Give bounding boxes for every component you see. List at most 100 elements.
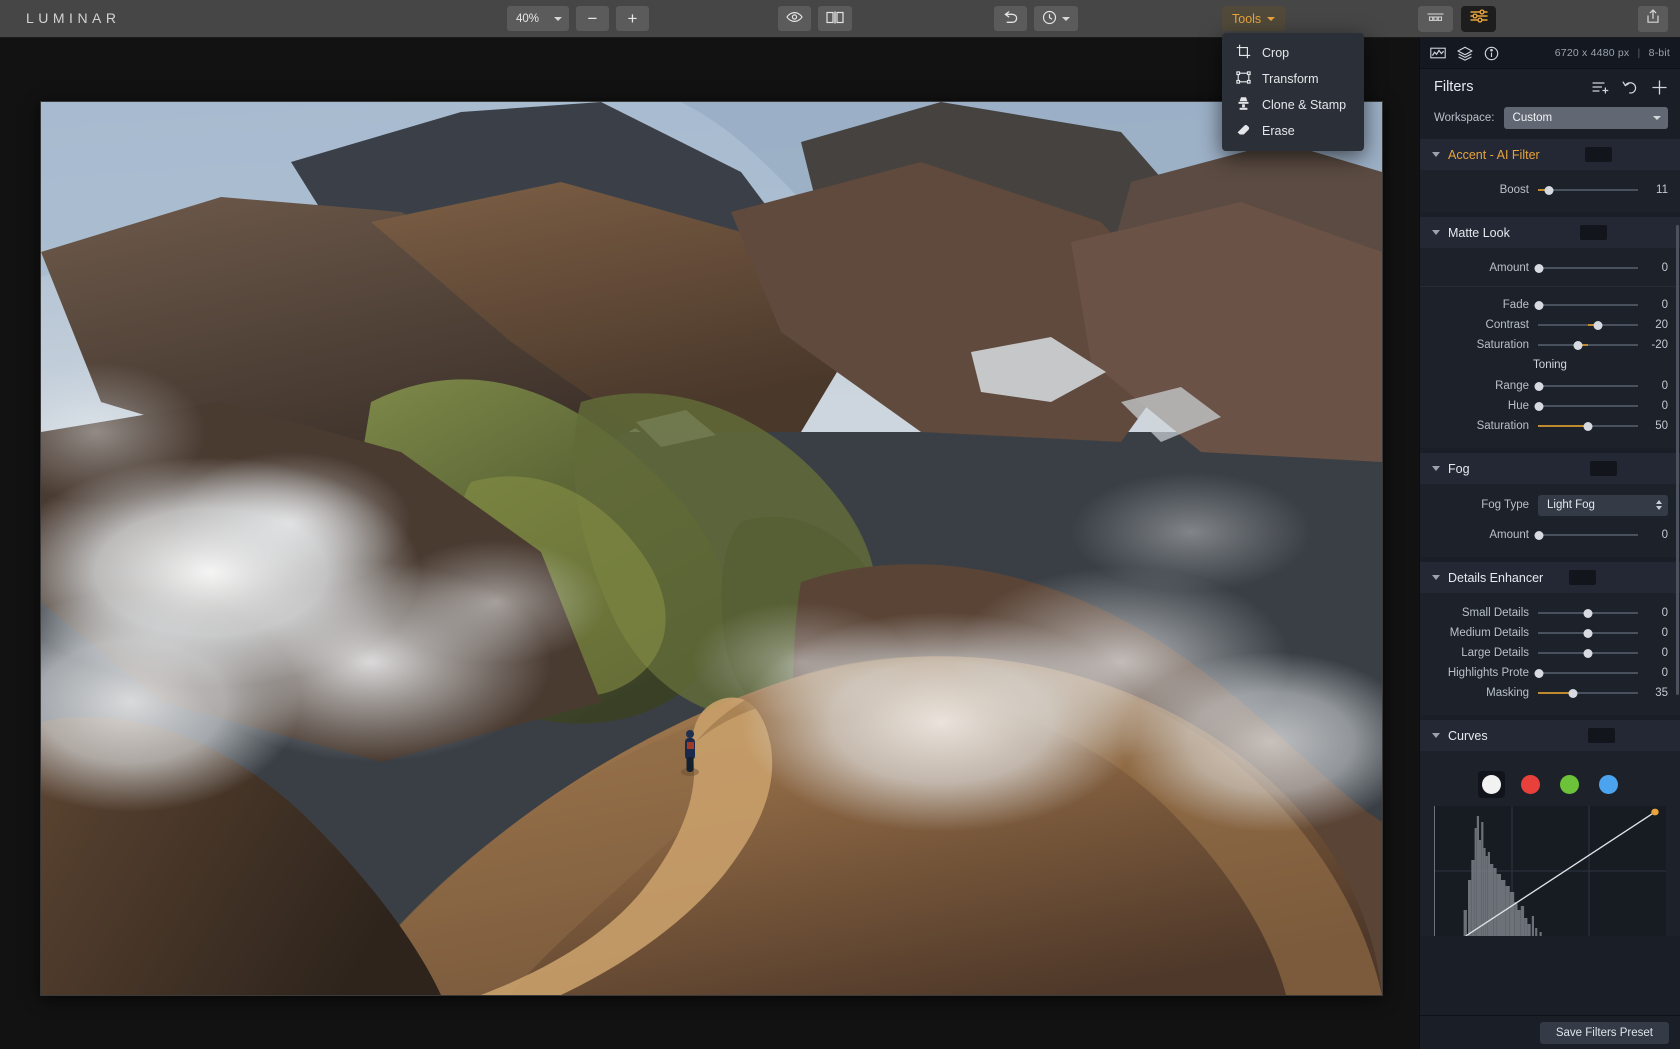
slider-track[interactable] [1538, 686, 1638, 700]
filter-mask-swatch[interactable] [1585, 147, 1612, 162]
slider-fog-amount[interactable]: Amount 0 [1420, 525, 1680, 545]
slider-amount[interactable]: Amount 0 [1420, 258, 1680, 278]
slider-hue[interactable]: Hue 0 [1420, 396, 1680, 416]
filter-details-enhancer: Details Enhancer Small Details 0 Medium … [1420, 562, 1680, 715]
slider-highlights-protection[interactable]: Highlights Prote 0 [1420, 663, 1680, 683]
filmstrip-toggle-button[interactable] [1418, 6, 1453, 32]
slider-knob[interactable] [1535, 531, 1544, 540]
plus-icon[interactable] [1651, 79, 1668, 96]
slider-track[interactable] [1538, 298, 1638, 312]
slider-knob[interactable] [1535, 264, 1544, 273]
slider-track[interactable] [1538, 528, 1638, 542]
curves-channel-blue[interactable] [1595, 771, 1622, 798]
curves-graph[interactable] [1434, 806, 1666, 936]
slider-knob[interactable] [1584, 649, 1593, 658]
adjustments-toggle-button[interactable] [1461, 6, 1496, 32]
slider-track[interactable] [1538, 338, 1638, 352]
reset-history-icon[interactable] [1622, 80, 1638, 95]
slider-knob[interactable] [1584, 629, 1593, 638]
slider-knob[interactable] [1545, 186, 1554, 195]
slider-range[interactable]: Range 0 [1420, 376, 1680, 396]
slider-track[interactable] [1538, 646, 1638, 660]
workspace-row: Workspace: Custom [1420, 105, 1680, 139]
slider-label: Highlights Prote [1420, 667, 1538, 679]
filter-header-fog[interactable]: Fog [1420, 453, 1680, 484]
share-export-icon [1646, 9, 1660, 29]
curves-channel-rgb[interactable] [1478, 771, 1505, 798]
preview-toggle-button[interactable] [778, 6, 811, 31]
slider-knob[interactable] [1584, 609, 1593, 618]
slider-rail [1538, 405, 1638, 407]
filter-mask-swatch[interactable] [1588, 728, 1615, 743]
slider-masking[interactable]: Masking 35 [1420, 683, 1680, 703]
curves-channel-green[interactable] [1556, 771, 1583, 798]
slider-medium-details[interactable]: Medium Details 0 [1420, 623, 1680, 643]
zoom-out-button[interactable]: − [576, 6, 609, 31]
menu-item-clone-stamp[interactable]: Clone & Stamp [1222, 92, 1364, 118]
fog-type-row: Fog Type Light Fog [1420, 494, 1680, 516]
chevron-down-icon [554, 17, 562, 21]
slider-knob[interactable] [1535, 382, 1544, 391]
slider-track[interactable] [1538, 399, 1638, 413]
slider-knob[interactable] [1535, 301, 1544, 310]
fog-type-select[interactable]: Light Fog [1538, 495, 1668, 516]
canvas-area[interactable] [0, 38, 1419, 1049]
slider-contrast[interactable]: Contrast 20 [1420, 315, 1680, 335]
filter-header-matte-look[interactable]: Matte Look [1420, 217, 1680, 248]
chevron-down-icon [1432, 152, 1440, 157]
photo-preview[interactable] [41, 102, 1382, 995]
slider-track[interactable] [1538, 419, 1638, 433]
slider-track[interactable] [1538, 606, 1638, 620]
save-filters-preset-button[interactable]: Save Filters Preset [1540, 1022, 1669, 1044]
histogram-icon[interactable] [1430, 46, 1446, 60]
history-button[interactable] [1034, 6, 1078, 31]
slider-large-details[interactable]: Large Details 0 [1420, 643, 1680, 663]
slider-toning-saturation[interactable]: Saturation 50 [1420, 416, 1680, 436]
chevron-down-icon [1432, 575, 1440, 580]
menu-item-crop[interactable]: Crop [1222, 40, 1364, 66]
slider-small-details[interactable]: Small Details 0 [1420, 603, 1680, 623]
filters-scrollbar[interactable] [1676, 225, 1679, 695]
layers-icon[interactable] [1457, 46, 1473, 61]
filter-header-accent-ai[interactable]: Accent - AI Filter [1420, 139, 1680, 170]
filter-mask-swatch[interactable] [1569, 570, 1596, 585]
slider-knob[interactable] [1584, 422, 1593, 431]
slider-knob[interactable] [1569, 689, 1578, 698]
undo-button[interactable] [994, 6, 1027, 31]
zoom-level-select[interactable]: 40% [507, 6, 569, 31]
filter-name: Fog [1448, 462, 1470, 476]
image-bit-depth: 8-bit [1649, 47, 1670, 59]
slider-knob[interactable] [1594, 321, 1603, 330]
workspace-select[interactable]: Custom [1504, 107, 1668, 129]
slider-fade[interactable]: Fade 0 [1420, 295, 1680, 315]
crop-icon [1236, 44, 1251, 62]
filter-mask-swatch[interactable] [1590, 461, 1617, 476]
share-export-button[interactable] [1638, 6, 1668, 32]
slider-saturation[interactable]: Saturation -20 [1420, 335, 1680, 355]
filter-curves: Curves [1420, 720, 1680, 936]
landscape-photo [41, 102, 1382, 995]
slider-knob[interactable] [1535, 402, 1544, 411]
filter-mask-swatch[interactable] [1580, 225, 1607, 240]
chevron-down-icon [1432, 733, 1440, 738]
slider-track[interactable] [1538, 261, 1638, 275]
slider-knob[interactable] [1535, 669, 1544, 678]
slider-track[interactable] [1538, 666, 1638, 680]
filter-header-details-enhancer[interactable]: Details Enhancer [1420, 562, 1680, 593]
slider-track[interactable] [1538, 318, 1638, 332]
filter-accent-ai: Accent - AI Filter Boost 11 [1420, 139, 1680, 212]
slider-track[interactable] [1538, 183, 1638, 197]
tools-dropdown-button[interactable]: Tools [1222, 6, 1285, 31]
slider-track[interactable] [1538, 379, 1638, 393]
zoom-in-button[interactable]: + [616, 6, 649, 31]
filter-header-curves[interactable]: Curves [1420, 720, 1680, 751]
compare-split-button[interactable] [818, 6, 852, 31]
menu-item-erase[interactable]: Erase [1222, 118, 1364, 144]
info-icon[interactable] [1484, 46, 1499, 61]
add-filters-list-icon[interactable] [1592, 80, 1609, 94]
curves-channel-red[interactable] [1517, 771, 1544, 798]
menu-item-transform[interactable]: Transform [1222, 66, 1364, 92]
slider-track[interactable] [1538, 626, 1638, 640]
slider-boost[interactable]: Boost 11 [1420, 180, 1680, 200]
slider-knob[interactable] [1574, 341, 1583, 350]
